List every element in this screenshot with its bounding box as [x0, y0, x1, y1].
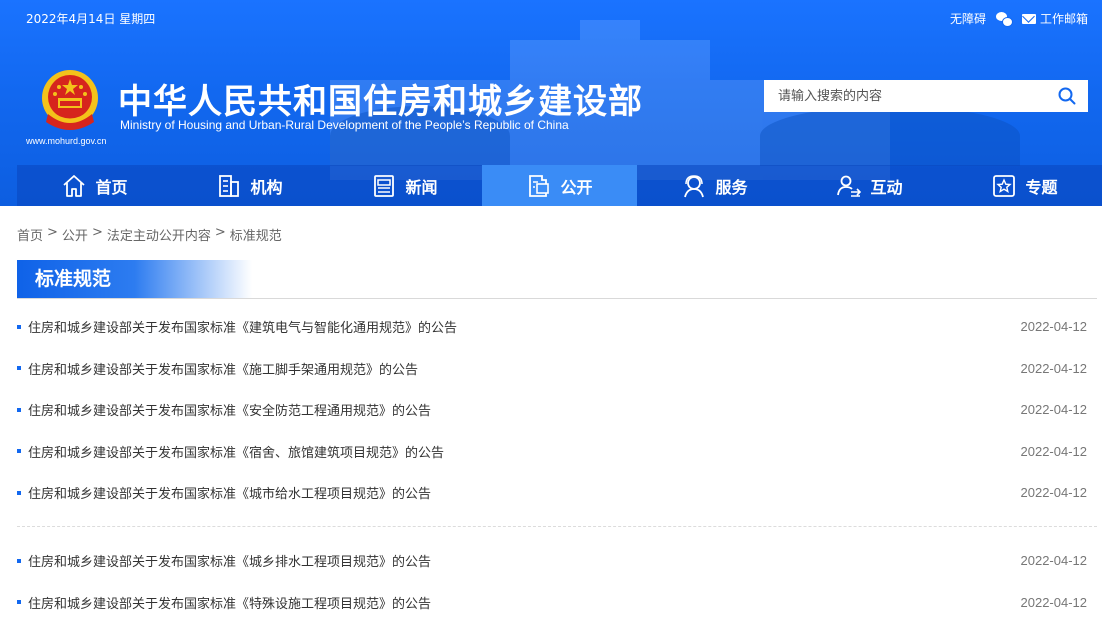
nav-item-label: 机构 — [250, 174, 282, 198]
search-box — [764, 80, 1088, 112]
nav-item-interaction[interactable]: 互动 — [792, 165, 947, 206]
list-divider — [17, 526, 1097, 527]
announcement-list: 住房和城乡建设部关于发布国家标准《城乡排水工程项目规范》的公告 2022-04-… — [17, 540, 1087, 623]
nav-item-home[interactable]: 首页 — [17, 165, 172, 206]
list-item-date: 2022-04-12 — [1021, 485, 1088, 500]
breadcrumb-home[interactable]: 首页 — [17, 225, 43, 244]
list-item-title[interactable]: 住房和城乡建设部关于发布国家标准《安全防范工程通用规范》的公告 — [28, 400, 431, 419]
site-header: 2022年4月14日 星期四 无障碍 工作邮箱 www.mohurd.gov.c… — [0, 0, 1102, 206]
nav-item-label: 互动 — [870, 174, 902, 198]
list-item[interactable]: 住房和城乡建设部关于发布国家标准《宿舍、旅馆建筑项目规范》的公告 2022-04… — [17, 431, 1087, 473]
work-mail-label: 工作邮箱 — [1040, 10, 1088, 27]
document-icon — [526, 173, 552, 199]
accessibility-link[interactable]: 无障碍 — [950, 10, 986, 27]
breadcrumb-standards[interactable]: 标准规范 — [230, 225, 282, 244]
bullet-icon — [17, 559, 21, 563]
list-item-date: 2022-04-12 — [1021, 361, 1088, 376]
section-header: 标准规范 — [17, 260, 1097, 299]
list-item-title[interactable]: 住房和城乡建设部关于发布国家标准《城市给水工程项目规范》的公告 — [28, 483, 431, 502]
bullet-icon — [17, 366, 21, 370]
star-icon — [991, 173, 1017, 199]
list-item[interactable]: 住房和城乡建设部关于发布国家标准《施工脚手架通用规范》的公告 2022-04-1… — [17, 348, 1087, 390]
nav-item-public[interactable]: 公开 — [482, 165, 637, 206]
list-item[interactable]: 住房和城乡建设部关于发布国家标准《建筑电气与智能化通用规范》的公告 2022-0… — [17, 306, 1087, 348]
list-item-title[interactable]: 住房和城乡建设部关于发布国家标准《特殊设施工程项目规范》的公告 — [28, 593, 431, 612]
nav-item-label: 公开 — [560, 174, 592, 198]
service-icon — [681, 173, 707, 199]
list-item-date: 2022-04-12 — [1021, 444, 1088, 459]
breadcrumb-separator: > — [92, 225, 103, 244]
site-url: www.mohurd.gov.cn — [26, 136, 106, 146]
current-date: 2022年4月14日 星期四 — [26, 10, 155, 27]
interaction-icon — [836, 173, 862, 199]
list-item[interactable]: 住房和城乡建设部关于发布国家标准《城乡排水工程项目规范》的公告 2022-04-… — [17, 540, 1087, 582]
list-item-title[interactable]: 住房和城乡建设部关于发布国家标准《建筑电气与智能化通用规范》的公告 — [28, 317, 457, 336]
list-item-title[interactable]: 住房和城乡建设部关于发布国家标准《城乡排水工程项目规范》的公告 — [28, 551, 431, 570]
announcement-list: 住房和城乡建设部关于发布国家标准《建筑电气与智能化通用规范》的公告 2022-0… — [17, 306, 1087, 514]
bullet-icon — [17, 449, 21, 453]
search-icon — [1058, 87, 1076, 105]
bullet-icon — [17, 408, 21, 412]
nav-item-news[interactable]: 新闻 — [327, 165, 482, 206]
list-item-title[interactable]: 住房和城乡建设部关于发布国家标准《施工脚手架通用规范》的公告 — [28, 359, 418, 378]
topbar-links: 无障碍 工作邮箱 — [950, 10, 1088, 27]
nav-item-topics[interactable]: 专题 — [947, 165, 1102, 206]
search-button[interactable] — [1046, 80, 1088, 112]
section-title: 标准规范 — [17, 260, 252, 298]
breadcrumb-statutory-disclosure[interactable]: 法定主动公开内容 — [107, 225, 211, 244]
list-item[interactable]: 住房和城乡建设部关于发布国家标准《安全防范工程通用规范》的公告 2022-04-… — [17, 389, 1087, 431]
bullet-icon — [17, 491, 21, 495]
nav-item-label: 首页 — [95, 174, 127, 198]
national-emblem-icon[interactable] — [40, 68, 100, 132]
main-nav: 首页 机构 新闻 公开 服务 互动 专题 — [17, 165, 1102, 206]
breadcrumb: 首页 > 公开 > 法定主动公开内容 > 标准规范 — [17, 225, 282, 244]
nav-item-service[interactable]: 服务 — [637, 165, 792, 206]
building-icon — [216, 173, 242, 199]
site-subtitle: Ministry of Housing and Urban-Rural Deve… — [120, 118, 569, 132]
breadcrumb-public[interactable]: 公开 — [62, 225, 88, 244]
home-icon — [61, 173, 87, 199]
breadcrumb-separator: > — [47, 225, 58, 244]
nav-item-label: 新闻 — [405, 174, 437, 198]
search-input[interactable] — [764, 80, 1046, 112]
nav-item-organization[interactable]: 机构 — [172, 165, 327, 206]
site-title[interactable]: 中华人民共和国住房和城乡建设部 — [118, 74, 643, 123]
bullet-icon — [17, 600, 21, 604]
work-mail-link[interactable]: 工作邮箱 — [1022, 10, 1088, 27]
news-icon — [371, 173, 397, 199]
list-item-date: 2022-04-12 — [1021, 319, 1088, 334]
nav-item-label: 服务 — [715, 174, 747, 198]
nav-item-label: 专题 — [1025, 174, 1057, 198]
breadcrumb-separator: > — [215, 225, 226, 244]
mail-icon — [1022, 14, 1036, 24]
wechat-icon — [996, 12, 1012, 25]
list-item-title[interactable]: 住房和城乡建设部关于发布国家标准《宿舍、旅馆建筑项目规范》的公告 — [28, 442, 444, 461]
wechat-link[interactable] — [996, 12, 1012, 25]
list-item-date: 2022-04-12 — [1021, 595, 1088, 610]
header-background-trees — [760, 106, 1020, 166]
list-item-date: 2022-04-12 — [1021, 402, 1088, 417]
bullet-icon — [17, 325, 21, 329]
list-item[interactable]: 住房和城乡建设部关于发布国家标准《城市给水工程项目规范》的公告 2022-04-… — [17, 472, 1087, 514]
list-item-date: 2022-04-12 — [1021, 553, 1088, 568]
